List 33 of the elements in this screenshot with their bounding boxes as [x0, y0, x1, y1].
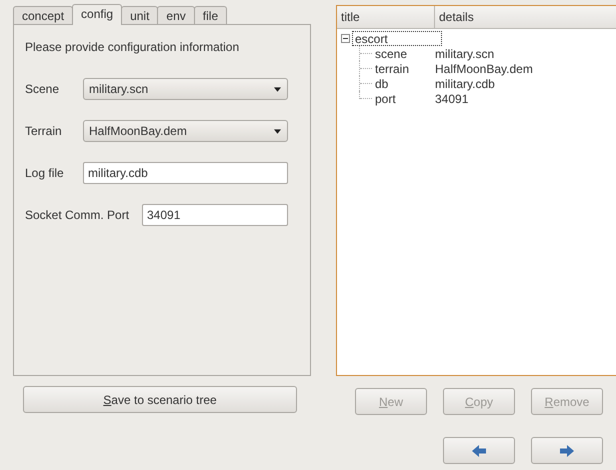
detail-text: military.scn [435, 46, 494, 60]
column-header[interactable]: details [435, 6, 616, 28]
detail-text: 34091 [435, 92, 468, 106]
caret-icon [274, 86, 281, 92]
right-arrow-icon [559, 444, 575, 458]
dropdown[interactable]: HalfMoonBay.dem [83, 120, 288, 142]
forward-button[interactable] [531, 437, 603, 464]
instruction-text: Please provide configuration information [25, 40, 240, 54]
field-label: Log file [25, 166, 65, 180]
caret-icon [274, 128, 281, 134]
tree-item[interactable]: port [375, 92, 435, 106]
tree-item[interactable]: terrain [375, 62, 435, 76]
tab[interactable]: env [157, 6, 195, 24]
tab[interactable]: concept [13, 6, 74, 24]
detail-text: military.cdb [435, 76, 495, 90]
detail-text: HalfMoonBay.dem [435, 62, 533, 76]
left-arrow-icon [471, 444, 487, 458]
input-field[interactable]: 34091 [142, 204, 288, 226]
column-header[interactable]: title [337, 6, 435, 28]
input-field[interactable]: military.cdb [83, 162, 288, 184]
tab[interactable]: unit [121, 6, 158, 24]
tree-item[interactable]: scene [375, 46, 435, 60]
tab[interactable]: file [194, 6, 228, 24]
tree-item[interactable]: db [375, 76, 435, 90]
save-button[interactable]: Save to scenario tree [23, 386, 297, 413]
tree-item[interactable]: escort [352, 31, 442, 46]
back-button[interactable] [443, 437, 515, 464]
collapse-icon[interactable] [341, 34, 350, 43]
tab[interactable]: config [72, 4, 122, 25]
field-label: Terrain [25, 124, 63, 138]
field-label: Socket Comm. Port [25, 208, 130, 222]
dropdown[interactable]: military.scn [83, 78, 288, 100]
field-label: Scene [25, 82, 60, 96]
